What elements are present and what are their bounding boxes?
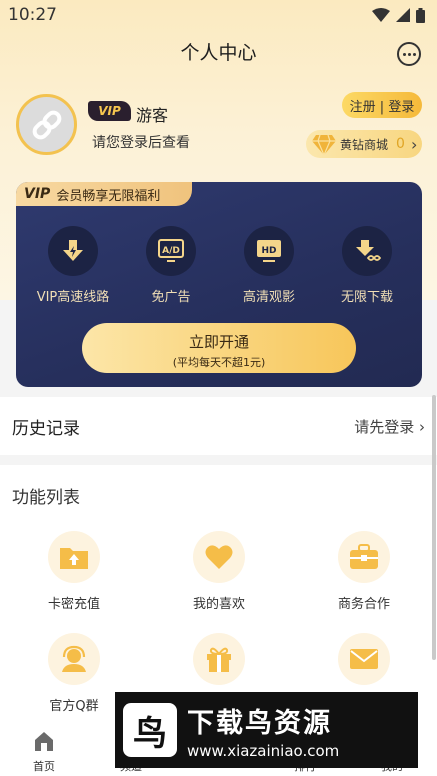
feature-business[interactable]: 商务合作 [304, 531, 424, 612]
svg-text:A/D: A/D [162, 246, 180, 256]
open-vip-subtitle: (平均每天不超1元) [172, 356, 266, 369]
status-icons [372, 7, 425, 23]
mall-label: 黄钻商城 [340, 137, 389, 152]
status-time: 10:27 [8, 5, 57, 25]
wifi-icon [372, 8, 390, 22]
briefcase-icon [350, 544, 378, 569]
watermark-text: 下载鸟资源 www.xiazainiao.com [187, 701, 339, 760]
home-icon [35, 732, 53, 751]
nav-home[interactable]: 首页 [9, 730, 79, 774]
feature-icon-wrap [193, 531, 245, 583]
feature-mail[interactable] [304, 633, 424, 695]
hd-icon: HD [257, 240, 281, 262]
perk-unlimited-download[interactable]: 无限下载 [322, 226, 412, 305]
perk-icon-wrap: A/D [146, 226, 196, 276]
battery-icon [416, 7, 425, 23]
register-login-button[interactable]: 注册 | 登录 [342, 92, 422, 118]
feature-label: 我的喜欢 [192, 597, 245, 612]
vip-banner: VIP 会员畅享无限福利 [16, 182, 192, 206]
svg-text:HD: HD [261, 246, 276, 256]
perk-hd[interactable]: HD 高清观影 [224, 226, 314, 305]
perk-label: VIP高速线路 [36, 290, 110, 305]
watermark-title: 下载鸟资源 [187, 707, 332, 739]
vip-banner-text: 会员畅享无限福利 [56, 188, 161, 204]
history-row[interactable]: 历史记录 请先登录 › [0, 397, 437, 455]
watermark-logo: 鸟 [123, 703, 177, 757]
feature-my-likes[interactable]: 我的喜欢 [159, 531, 279, 612]
open-vip-button[interactable]: 立即开通 (平均每天不超1元) [82, 323, 356, 373]
history-link-label: 请先登录 [354, 418, 415, 436]
link-placeholder-icon [32, 110, 61, 139]
perk-icon-wrap [48, 226, 98, 276]
feature-gift[interactable] [159, 633, 279, 695]
perk-label: 免广告 [151, 290, 191, 305]
login-hint: 请您登录后查看 [92, 135, 190, 151]
scrollbar[interactable] [432, 395, 436, 660]
status-bar: 10:27 [0, 0, 437, 30]
mall-count: 0 [396, 136, 405, 152]
feature-icon-wrap [193, 633, 245, 685]
chevron-right-icon: › [410, 134, 418, 154]
history-title: 历史记录 [12, 419, 80, 439]
nav-label: 首页 [33, 760, 55, 773]
chevron-right-icon: › [419, 418, 425, 436]
vip-banner-logo: VIP [24, 186, 51, 202]
perk-icon-wrap: HD [244, 226, 294, 276]
support-agent-icon [62, 645, 86, 672]
page-title: 个人中心 [180, 42, 257, 64]
vip-card: VIP 会员畅享无限福利 VIP高速线路 A/D 免广告 HD 高清观影 无限下… [16, 182, 422, 387]
more-dot-icon [412, 52, 416, 56]
perk-label: 无限下载 [340, 290, 393, 305]
upload-folder-icon [60, 548, 88, 569]
feature-card-recharge[interactable]: 卡密充值 [14, 531, 134, 612]
perk-vip-speed[interactable]: VIP高速线路 [28, 226, 118, 305]
heart-icon [205, 545, 233, 569]
unlimited-download-icon [356, 240, 381, 261]
open-vip-label: 立即开通 [188, 333, 249, 351]
perk-label: 高清观影 [242, 290, 295, 305]
perk-icon-wrap [342, 226, 392, 276]
perk-ad-free[interactable]: A/D 免广告 [126, 226, 216, 305]
history-login-link[interactable]: 请先登录 › [354, 416, 425, 437]
vip-badge: VIP [88, 101, 131, 121]
user-name: 游客 [136, 106, 169, 125]
more-dot-icon [402, 52, 406, 56]
ad-free-icon: A/D [158, 239, 184, 262]
feature-icon-wrap [338, 633, 390, 685]
gift-icon [207, 647, 231, 672]
signal-icon [396, 8, 410, 22]
feature-label: 卡密充值 [47, 597, 100, 612]
feature-icon-wrap [338, 531, 390, 583]
features-title: 功能列表 [12, 488, 80, 508]
watermark-url: www.xiazainiao.com [187, 741, 340, 760]
more-options-button[interactable] [397, 42, 421, 66]
mail-icon [350, 649, 378, 669]
more-dot-icon [407, 52, 411, 56]
feature-icon-wrap [48, 633, 100, 685]
feature-icon-wrap [48, 531, 100, 583]
avatar[interactable] [16, 94, 77, 155]
diamond-icon [312, 134, 336, 155]
yellow-diamond-mall-button[interactable]: 黄钻商城 0 › [306, 130, 422, 158]
watermark-overlay: 鸟 下载鸟资源 www.xiazainiao.com [115, 692, 418, 768]
download-arrow-icon [63, 240, 83, 261]
feature-label: 商务合作 [337, 597, 390, 612]
